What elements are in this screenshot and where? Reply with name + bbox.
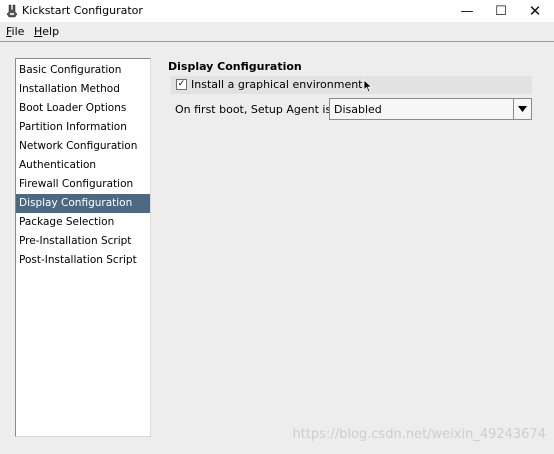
mouse-pointer-icon (363, 79, 373, 93)
section-title: Display Configuration (168, 60, 302, 73)
sidebar-item-boot-loader-options[interactable]: Boot Loader Options (16, 99, 150, 118)
sidebar-item-display-configuration[interactable]: Display Configuration (16, 194, 150, 213)
minimize-button[interactable]: — (450, 0, 484, 22)
dropdown-arrow-button[interactable] (513, 99, 531, 119)
graphical-environment-checkbox[interactable]: ✓ (176, 79, 187, 90)
maximize-icon: ☐ (495, 3, 507, 19)
minimize-icon: — (460, 3, 474, 19)
close-icon: ✕ (528, 2, 542, 20)
menu-file[interactable]: File (6, 25, 24, 38)
maximize-button[interactable]: ☐ (484, 0, 518, 22)
setup-agent-value: Disabled (334, 103, 382, 116)
chevron-down-icon (518, 106, 527, 112)
sidebar-item-package-selection[interactable]: Package Selection (16, 213, 150, 232)
window-title: Kickstart Configurator (22, 4, 143, 17)
graphical-environment-label[interactable]: Install a graphical environment (191, 78, 363, 91)
sidebar-item-network-configuration[interactable]: Network Configuration (16, 137, 150, 156)
menu-bar: File Help (0, 22, 554, 42)
sidebar-item-installation-method[interactable]: Installation Method (16, 80, 150, 99)
title-bar: Kickstart Configurator — ☐ ✕ (0, 0, 554, 22)
graphical-environment-row[interactable]: ✓ Install a graphical environment (171, 76, 532, 94)
sidebar-item-post-installation-script[interactable]: Post-Installation Script (16, 251, 150, 270)
section-list: Basic Configuration Installation Method … (15, 58, 151, 437)
sidebar-item-partition-information[interactable]: Partition Information (16, 118, 150, 137)
checkmark-icon: ✓ (177, 79, 186, 89)
menu-help-label: elp (42, 25, 60, 38)
setup-agent-label: On first boot, Setup Agent is: (175, 103, 335, 116)
sidebar-item-basic-configuration[interactable]: Basic Configuration (16, 61, 150, 80)
setup-agent-select[interactable]: Disabled (329, 98, 532, 120)
sidebar-item-firewall-configuration[interactable]: Firewall Configuration (16, 175, 150, 194)
sidebar-item-pre-installation-script[interactable]: Pre-Installation Script (16, 232, 150, 251)
close-button[interactable]: ✕ (518, 0, 552, 22)
menu-help[interactable]: Help (34, 25, 59, 38)
watermark-text: https://blog.csdn.net/weixin_49243674 (292, 427, 546, 442)
menu-file-label: ile (11, 25, 25, 38)
sidebar-item-authentication[interactable]: Authentication (16, 156, 150, 175)
kickstart-app-icon (6, 4, 18, 18)
